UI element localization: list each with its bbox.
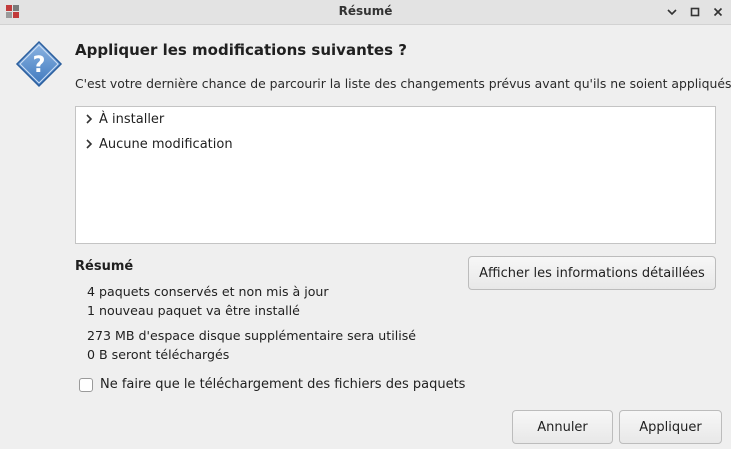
download-only-option[interactable]: Ne faire que le téléchargement des fichi… — [79, 377, 465, 392]
summary-title: Résumé — [75, 259, 134, 274]
dialog-subtitle: C'est votre dernière chance de parcourir… — [75, 76, 731, 91]
close-icon — [713, 7, 723, 17]
maximize-button[interactable] — [686, 3, 704, 21]
tree-item-no-change[interactable]: Aucune modification — [82, 134, 233, 154]
chevron-down-icon — [667, 9, 677, 16]
apply-button[interactable]: Appliquer — [619, 410, 722, 444]
download-only-checkbox[interactable] — [79, 377, 93, 392]
title-bar: Résumé — [0, 0, 731, 25]
summary-line: 273 MB d'espace disque supplémentaire se… — [87, 328, 416, 343]
question-icon: ? — [15, 40, 63, 88]
show-details-button[interactable]: Afficher les informations détaillées — [468, 256, 716, 290]
cancel-button[interactable]: Annuler — [512, 410, 613, 444]
summary-line: 4 paquets conservés et non mis à jour — [87, 284, 329, 299]
svg-text:?: ? — [33, 53, 46, 78]
window-title: Résumé — [338, 4, 393, 18]
chevron-right-icon[interactable] — [82, 137, 96, 151]
tree-item-to-install[interactable]: À installer — [82, 109, 164, 129]
tree-item-label: Aucune modification — [99, 136, 233, 152]
dialog-heading: Appliquer les modifications suivantes ? — [75, 41, 407, 59]
changes-tree[interactable]: À installer Aucune modification — [75, 106, 716, 244]
chevron-right-icon[interactable] — [82, 112, 96, 126]
close-button[interactable] — [709, 3, 727, 21]
summary-line: 0 B seront téléchargés — [87, 347, 230, 362]
tree-item-label: À installer — [99, 111, 165, 127]
summary-line: 1 nouveau paquet va être installé — [87, 303, 300, 318]
maximize-icon — [690, 7, 700, 17]
minimize-button[interactable] — [663, 3, 681, 21]
download-only-label[interactable]: Ne faire que le téléchargement des fichi… — [100, 377, 465, 392]
